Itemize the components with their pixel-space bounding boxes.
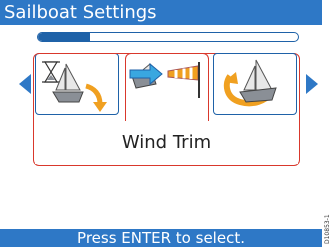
tile-tack-angle[interactable]: [213, 53, 297, 115]
instruction-bar: Press ENTER to select.: [0, 229, 322, 247]
tack-angle-icon: [223, 59, 277, 107]
figure-id-label: D10853-1: [324, 214, 331, 244]
page-title: Sailboat Settings: [0, 0, 322, 25]
selected-setting-label: Wind Trim: [35, 121, 298, 164]
scroll-progress-bar: [37, 32, 299, 42]
scroll-left-arrow-icon[interactable]: [19, 74, 31, 94]
settings-screen: Sailboat Settings Wind Trim Press ENTER …: [0, 0, 322, 247]
progress-fill: [38, 33, 90, 41]
scroll-right-arrow-icon[interactable]: [306, 74, 318, 94]
tile-wind-trim[interactable]: [125, 53, 209, 121]
wind-trim-icon: [129, 62, 200, 98]
